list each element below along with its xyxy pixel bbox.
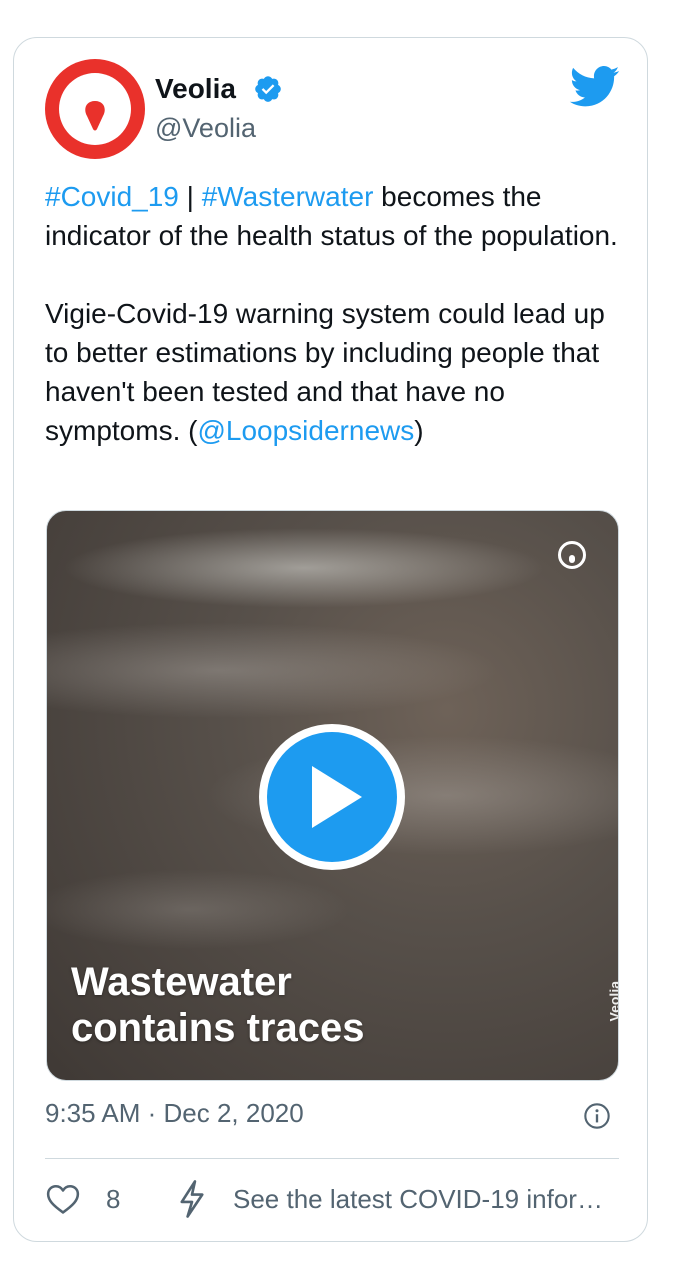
channel-logo-icon [558,541,586,569]
veolia-logo-icon [59,73,131,145]
video-caption: Wastewater contains traces [71,959,364,1051]
video-caption-line-2: contains traces [71,1006,365,1050]
separator-text: | [178,181,202,212]
tweet-paragraph-1: #Covid_19 | #Wasterwater becomes the ind… [45,177,625,255]
info-icon[interactable] [583,1102,611,1130]
covid-info-link[interactable]: See the latest COVID-19 information on T… [233,1184,623,1215]
verified-badge-icon [255,76,281,102]
hashtag-wasterwater-link[interactable]: #Wasterwater [202,181,374,212]
paragraph-2-close: ) [414,415,424,446]
like-count[interactable]: 8 [106,1184,120,1215]
video-caption-line-1: Wastewater [71,960,292,1004]
author-handle[interactable]: @Veolia [155,113,256,144]
lightning-bolt-icon [180,1180,204,1218]
tweet-card: Veolia @Veolia #Covid_19 | #Wasterwater … [13,37,648,1242]
twitter-bird-icon[interactable] [569,66,621,108]
mention-loopsidernews-link[interactable]: @Loopsidernews [197,415,414,446]
play-icon [312,766,362,828]
tweet-timestamp[interactable]: 9:35 AM · Dec 2, 2020 [45,1098,304,1129]
tweet-text: #Covid_19 | #Wasterwater becomes the ind… [45,177,625,450]
divider [45,1158,619,1159]
video-watermark: Veolia [606,981,619,1022]
tweet-paragraph-2: Vigie-Covid-19 warning system could lead… [45,294,625,450]
play-button[interactable] [259,724,405,870]
author-name[interactable]: Veolia [155,73,236,105]
video-player[interactable]: Wastewater contains traces Veolia [46,510,619,1081]
avatar[interactable] [45,59,145,159]
hashtag-covid19-link[interactable]: #Covid_19 [45,181,179,212]
heart-icon[interactable] [46,1183,80,1215]
